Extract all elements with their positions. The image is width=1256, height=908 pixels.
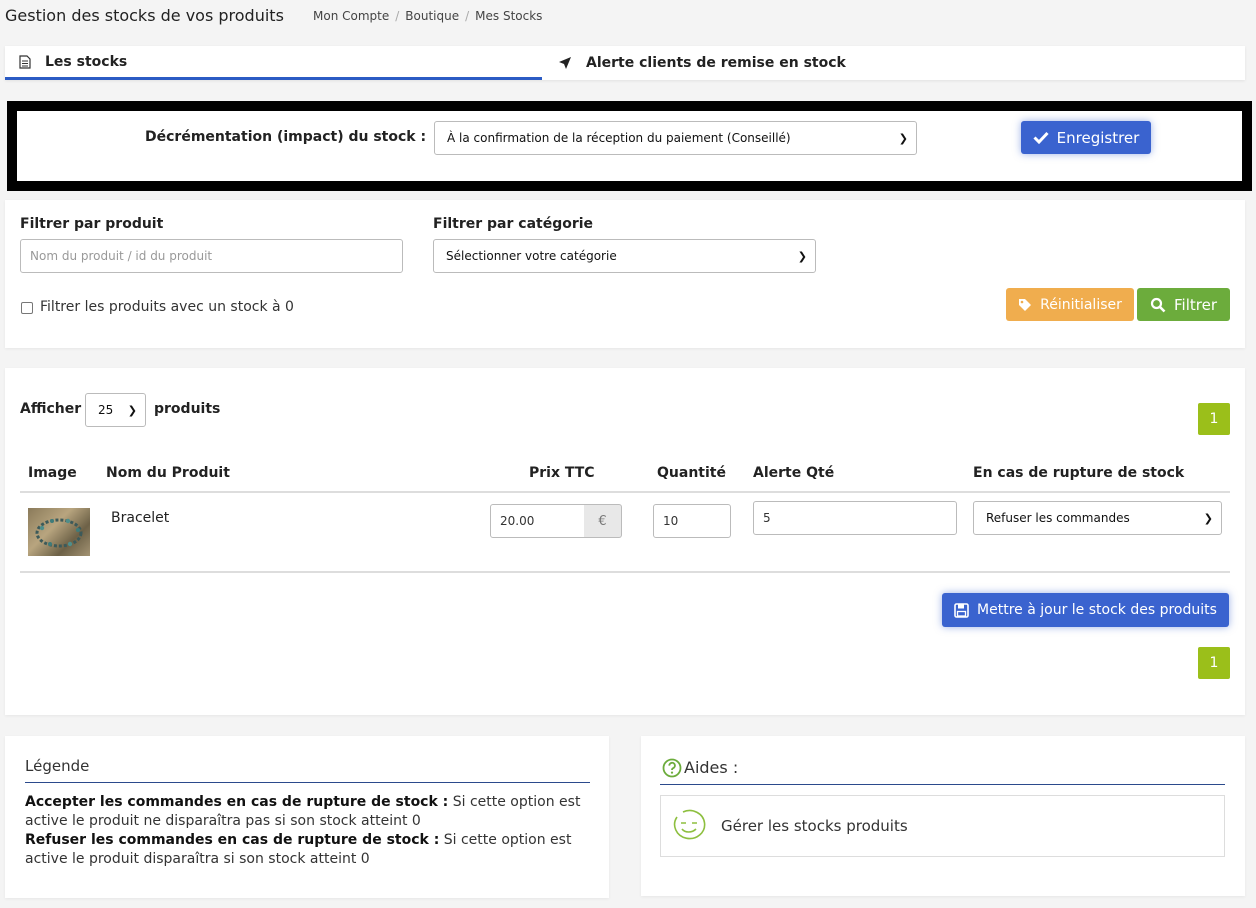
category-filter-label: Filtrer par catégorie [433,216,594,232]
search-icon [1150,297,1166,312]
column-header-price: Prix TTC [529,465,595,481]
zero-stock-label: Filtrer les produits avec un stock à 0 [40,299,294,315]
chevron-down-icon: ❯ [898,131,908,145]
table-header-divider [20,491,1230,493]
category-select[interactable]: Sélectionner votre catégorie ❯ [433,239,816,273]
tab-stocks[interactable]: Les stocks [5,46,542,80]
column-header-alert-qty: Alerte Qté [753,465,835,481]
product-search-input[interactable]: Nom du produit / id du produit [20,239,403,273]
help-item-label: Gérer les stocks produits [721,817,908,835]
legend-refuse-title: Refuser les commandes en cas de rupture … [25,832,440,848]
column-header-quantity: Quantité [657,465,726,481]
product-list-card [5,368,1245,715]
reset-button[interactable]: Réinitialiser [1006,288,1134,321]
filter-button-label: Filtrer [1174,295,1217,314]
select-value: Refuser les commandes [986,511,1130,525]
legend-accept-title: Accepter les commandes en cas de rupture… [25,794,449,810]
product-filter-label: Filtrer par produit [20,216,164,232]
breadcrumb-item-stocks: Mes Stocks [475,9,543,23]
chevron-down-icon: ❯ [1203,511,1213,525]
legend-text: Accepter les commandes en cas de rupture… [25,793,595,869]
table-row-divider [20,571,1230,573]
column-header-image: Image [28,465,77,481]
quantity-input[interactable]: 10 [653,504,731,538]
breadcrumb-item-shop[interactable]: Boutique [405,9,459,23]
filters-card [5,200,1245,348]
chevron-down-icon: ❯ [797,249,807,263]
floppy-disk-icon [954,602,969,618]
product-name: Bracelet [111,510,170,526]
document-icon [19,54,31,69]
chevron-down-icon: ❯ [127,403,137,417]
reset-button-label: Réinitialiser [1040,296,1122,313]
tab-bar: Les stocks Alerte clients de remise en s… [5,46,1245,80]
pagination-page-top[interactable]: 1 [1198,403,1230,435]
smiley-icon [673,809,706,840]
stockout-select[interactable]: Refuser les commandes ❯ [973,501,1222,535]
filter-button[interactable]: Filtrer [1137,288,1230,321]
breadcrumb-item-account[interactable]: Mon Compte [313,9,389,23]
tab-label: Alerte clients de remise en stock [586,55,846,71]
help-divider [660,784,1225,785]
decrement-label: Décrémentation (impact) du stock : [145,129,427,145]
product-thumbnail [28,508,90,556]
select-value: Sélectionner votre catégorie [446,249,617,263]
paper-plane-icon [559,57,571,69]
breadcrumb-separator: / [395,9,400,23]
save-button[interactable]: Enregistrer [1021,121,1151,154]
update-stock-button[interactable]: Mettre à jour le stock des produits [942,593,1229,627]
question-circle-icon [662,758,682,778]
alert-qty-input[interactable]: 5 [753,501,957,535]
check-icon [1033,131,1049,144]
legend-title: Légende [25,757,90,775]
select-value: À la confirmation de la réception du pai… [447,131,791,145]
tag-icon [1019,298,1032,311]
zero-stock-checkbox[interactable] [21,302,33,314]
breadcrumb: Mon Compte / Boutique / Mes Stocks [313,9,542,23]
tab-label: Les stocks [45,53,128,70]
page-title: Gestion des stocks de vos produits [5,6,284,25]
price-input[interactable]: 20.00 [490,504,585,538]
breadcrumb-separator: / [465,9,470,23]
show-label: Afficher [20,401,82,417]
select-value: 25 [98,403,114,417]
save-button-label: Enregistrer [1056,128,1140,147]
column-header-name: Nom du Produit [106,465,230,481]
pagination-page-bottom[interactable]: 1 [1198,647,1230,679]
products-label: produits [154,401,221,417]
legend-divider [25,782,590,783]
help-title: Aides : [684,758,739,777]
tab-restock-alerts[interactable]: Alerte clients de remise en stock [542,46,846,80]
decrement-select[interactable]: À la confirmation de la réception du pai… [434,121,917,155]
column-header-stockout: En cas de rupture de stock [973,465,1185,481]
update-stock-button-label: Mettre à jour le stock des produits [977,602,1217,618]
per-page-select[interactable]: 25 ❯ [85,393,146,427]
currency-addon: € [584,504,622,538]
